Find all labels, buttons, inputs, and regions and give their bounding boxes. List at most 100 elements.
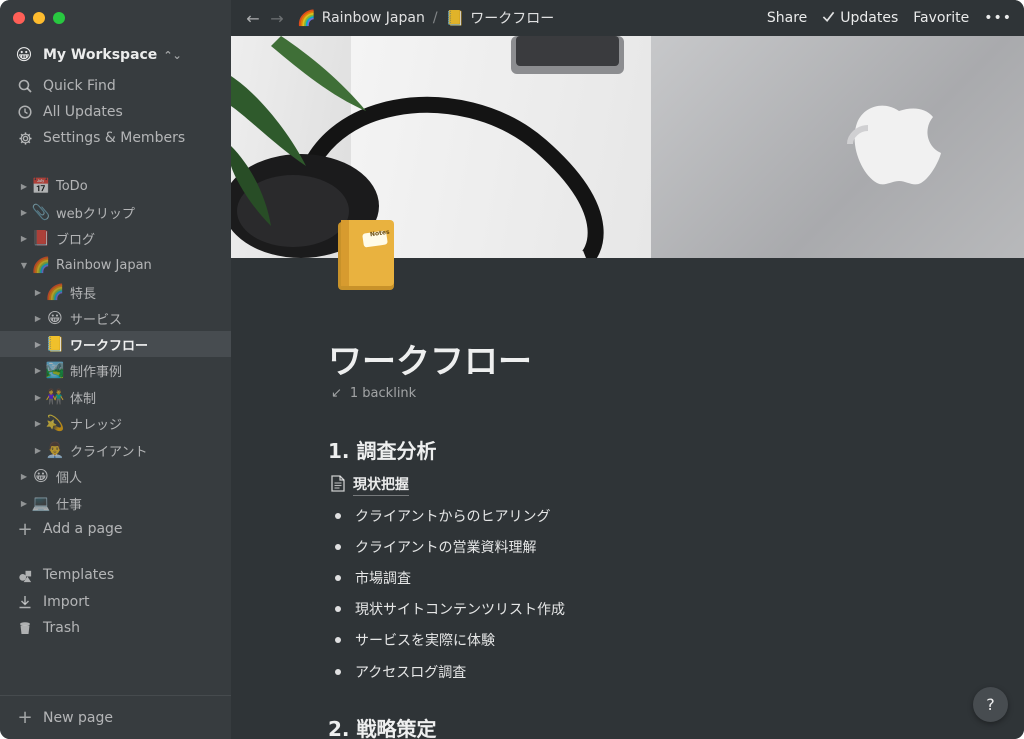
page-label: 個人 [56, 470, 83, 486]
arrow-down-left-icon: ↙ [331, 386, 342, 401]
sidebar-page-services[interactable]: ▶ 😀 サービス [0, 305, 231, 331]
clock-icon [17, 104, 33, 120]
close-window-button[interactable] [13, 12, 25, 24]
expand-triangle-icon[interactable]: ▶ [17, 472, 31, 481]
section-heading[interactable]: 2. 戦略策定 [328, 713, 436, 739]
page-content: Notes ワークフロー ↙ 1 backlink 1. 調査分析 現状把握 ク… [231, 220, 1024, 739]
bullet-dot [335, 513, 341, 519]
list-item[interactable]: クライアントからのヒアリング [335, 506, 550, 526]
expand-triangle-icon[interactable]: ▶ [31, 446, 45, 455]
breadcrumb-item-rainbow-japan[interactable]: Rainbow Japan [322, 10, 425, 26]
bullet-dot [335, 669, 341, 675]
expand-triangle-icon[interactable]: ▶ [31, 393, 45, 402]
expand-triangle-icon[interactable]: ▶ [31, 288, 45, 297]
sidebar-page-personal[interactable]: ▶ 😀 個人 [0, 463, 231, 489]
expand-triangle-icon[interactable]: ▶ [17, 208, 31, 217]
page-emoji-icon: 👫 [45, 388, 65, 406]
subpage-link[interactable]: 現状把握 [331, 474, 409, 496]
topbar: ← → 🌈 Rainbow Japan / 📒 ワークフロー Share Upd… [231, 0, 1024, 36]
page-label: Rainbow Japan [56, 257, 152, 273]
list-item[interactable]: アクセスログ調査 [335, 662, 466, 682]
breadcrumb-item-workflow[interactable]: ワークフロー [470, 8, 554, 28]
workspace-name: My Workspace [43, 47, 158, 63]
breadcrumb-emoji-icon: 📒 [445, 9, 465, 27]
page-label: サービス [70, 312, 123, 328]
page-notebook-icon[interactable]: Notes [335, 218, 397, 292]
nav-quick-find[interactable]: Quick Find [0, 73, 231, 99]
list-item-text: クライアントからのヒアリング [355, 509, 551, 525]
page-emoji-icon: 📕 [31, 229, 51, 247]
expand-triangle-icon[interactable]: ▶ [31, 366, 45, 375]
nav-label: Import [43, 594, 90, 610]
sidebar-page-work[interactable]: ▶ 💻 仕事 [0, 490, 231, 516]
sidebar-page-team[interactable]: ▶ 👫 体制 [0, 384, 231, 410]
section-heading[interactable]: 1. 調査分析 [328, 435, 436, 464]
page-emoji-icon: 🏞️ [45, 361, 65, 379]
page-emoji-icon: 🌈 [31, 256, 51, 274]
nav-import[interactable]: Import [0, 589, 231, 615]
nav-settings-members[interactable]: Settings & Members [0, 125, 231, 151]
favorite-button[interactable]: Favorite [913, 10, 969, 26]
sidebar-page-rainbow-japan[interactable]: ▼ 🌈 Rainbow Japan [0, 252, 231, 278]
updates-button[interactable]: Updates [840, 10, 898, 26]
forward-arrow-icon[interactable]: → [269, 9, 285, 28]
sidebar-page-blog[interactable]: ▶ 📕 ブログ [0, 225, 231, 251]
import-icon [17, 594, 33, 610]
expand-triangle-icon[interactable]: ▶ [17, 182, 31, 191]
sidebar-page-works[interactable]: ▶ 🏞️ 制作事例 [0, 357, 231, 383]
collapse-triangle-icon[interactable]: ▼ [17, 261, 31, 270]
share-button[interactable]: Share [767, 10, 807, 26]
nav-label: Templates [43, 567, 115, 583]
minimize-window-button[interactable] [33, 12, 45, 24]
sidebar: 😀 My Workspace ⌃⌄ Quick Find All Updates… [0, 0, 231, 739]
nav-label: Quick Find [43, 78, 116, 94]
list-item[interactable]: 市場調査 [335, 568, 411, 588]
list-item[interactable]: クライアントの営業資料理解 [335, 537, 536, 557]
page-emoji-icon: 💻 [31, 494, 51, 512]
bullet-dot [335, 544, 341, 550]
check-icon [822, 10, 835, 27]
new-page-label: New page [43, 709, 113, 726]
zoom-window-button[interactable] [53, 12, 65, 24]
page-label: ブログ [56, 232, 96, 248]
sidebar-page-todo[interactable]: ▶ 📅 ToDo [0, 173, 231, 199]
back-arrow-icon[interactable]: ← [245, 9, 261, 28]
new-page-button[interactable]: + New page [0, 695, 231, 739]
expand-triangle-icon[interactable]: ▶ [17, 499, 31, 508]
page-label: 特長 [70, 286, 97, 302]
nav-all-updates[interactable]: All Updates [0, 99, 231, 125]
backlink-link[interactable]: ↙ 1 backlink [331, 386, 416, 401]
page-emoji-icon: 😀 [33, 467, 49, 485]
list-item[interactable]: 現状サイトコンテンツリスト作成 [335, 599, 565, 619]
page-label: クライアント [70, 444, 148, 460]
expand-triangle-icon[interactable]: ▶ [17, 234, 31, 243]
plus-icon: + [17, 518, 33, 540]
page-document-icon [331, 474, 345, 496]
more-options-icon[interactable]: ••• [984, 10, 1012, 26]
sidebar-page-knowledge[interactable]: ▶ 💫 ナレッジ [0, 410, 231, 436]
sidebar-page-features[interactable]: ▶ 🌈 特長 [0, 279, 231, 305]
page-title[interactable]: ワークフロー [328, 334, 532, 383]
search-icon [17, 78, 33, 94]
topbar-actions: Share Updates Favorite ••• [767, 0, 1012, 36]
workspace-switcher[interactable]: 😀 My Workspace ⌃⌄ [14, 43, 182, 67]
nav-templates[interactable]: Templates [0, 562, 231, 588]
sidebar-page-webclip[interactable]: ▶ 📎 webクリップ [0, 199, 231, 225]
page-label: ToDo [56, 178, 88, 194]
nav-trash[interactable]: Trash [0, 615, 231, 641]
breadcrumb-separator: / [432, 10, 438, 26]
add-page-button[interactable]: + Add a page [0, 516, 231, 542]
page-label: 制作事例 [70, 364, 123, 380]
list-item-text: アクセスログ調査 [355, 665, 467, 681]
help-button[interactable]: ? [973, 687, 1008, 722]
expand-triangle-icon[interactable]: ▶ [31, 340, 45, 349]
chevron-updown-icon: ⌃⌄ [163, 48, 182, 62]
nav-label: Trash [43, 620, 80, 636]
sidebar-page-workflow[interactable]: ▶ 📒 ワークフロー [0, 331, 231, 357]
plus-icon: + [17, 707, 33, 728]
list-item[interactable]: サービスを実際に体験 [335, 630, 495, 650]
expand-triangle-icon[interactable]: ▶ [31, 314, 45, 323]
sidebar-page-clients[interactable]: ▶ 👨‍💼 クライアント [0, 437, 231, 463]
expand-triangle-icon[interactable]: ▶ [31, 419, 45, 428]
list-item-text: 市場調査 [355, 571, 411, 587]
